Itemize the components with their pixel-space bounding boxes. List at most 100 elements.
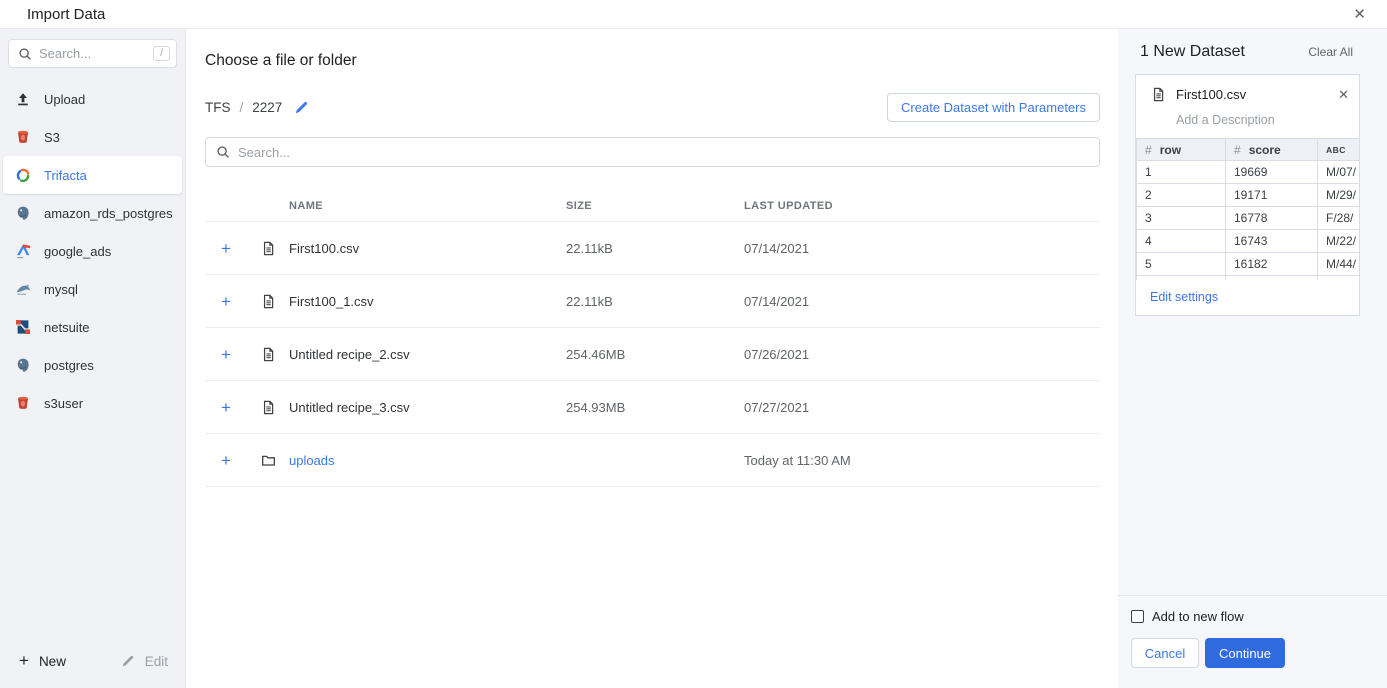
file-updated: 07/14/2021 — [744, 294, 1100, 309]
files-table-header: NAME SIZE LAST UPDATED — [205, 179, 1100, 222]
file-updated: 07/27/2021 — [744, 400, 1100, 415]
table-row[interactable]: + First100_1.csv 22.11kB 07/14/2021 — [205, 275, 1100, 328]
new-connection-button[interactable]: + New — [19, 651, 66, 671]
add-dataset-icon[interactable]: + — [221, 452, 259, 469]
add-dataset-icon[interactable]: + — [221, 240, 259, 257]
add-to-new-flow-option[interactable]: Add to new flow — [1131, 609, 1371, 624]
sidebar-item-label: mysql — [44, 282, 78, 297]
files-table: NAME SIZE LAST UPDATED + First100.csv 22… — [205, 179, 1100, 487]
cancel-button[interactable]: Cancel — [1131, 638, 1199, 668]
close-icon[interactable]: ✕ — [1353, 7, 1366, 22]
file-name: First100.csv — [289, 241, 566, 256]
add-dataset-icon[interactable]: + — [221, 293, 259, 310]
upload-icon — [14, 90, 32, 108]
preview-row: 416743M/22/ — [1137, 230, 1360, 253]
preview-row: 119669M/07/ — [1137, 161, 1360, 184]
clear-all-button[interactable]: Clear All — [1308, 45, 1353, 59]
netsuite-icon — [14, 318, 32, 336]
table-row[interactable]: + First100.csv 22.11kB 07/14/2021 — [205, 222, 1100, 275]
new-connection-label: New — [39, 654, 66, 669]
sidebar-item-google-ads[interactable]: google_ads — [3, 232, 182, 270]
mysql-icon — [14, 280, 32, 298]
search-shortcut-badge: / — [153, 46, 170, 61]
sidebar-item-label: s3user — [44, 396, 83, 411]
add-description-field[interactable]: Add a Description — [1176, 113, 1359, 127]
sidebar-item-label: Trifacta — [44, 168, 87, 183]
sidebar-search[interactable]: / — [8, 39, 177, 68]
numeric-type-icon: # — [1145, 143, 1152, 157]
edit-settings-link[interactable]: Edit settings — [1136, 280, 1359, 315]
preview-column-header: #row — [1137, 139, 1226, 161]
sidebar-item-label: Upload — [44, 92, 85, 107]
folder-link[interactable]: uploads — [289, 453, 566, 468]
file-size: 254.93MB — [566, 400, 744, 415]
dataset-card: First100.csv ✕ Add a Description #row #s… — [1135, 74, 1360, 316]
add-to-new-flow-checkbox[interactable] — [1131, 610, 1144, 623]
pencil-icon — [121, 654, 135, 668]
file-icon — [1150, 86, 1166, 102]
sidebar-item-amazon-rds-postgres[interactable]: amazon_rds_postgres — [3, 194, 182, 232]
table-row[interactable]: + Untitled recipe_3.csv 254.93MB 07/27/2… — [205, 381, 1100, 434]
sidebar-item-postgres[interactable]: postgres — [3, 346, 182, 384]
sidebar-item-label: google_ads — [44, 244, 111, 259]
trifacta-icon — [14, 166, 32, 184]
file-browser-main: Choose a file or folder TFS / 2227 Creat… — [186, 29, 1118, 688]
file-updated: Today at 11:30 AM — [744, 453, 1100, 468]
edit-connection-label: Edit — [145, 654, 168, 669]
preview-row: 219171M/29/ — [1137, 184, 1360, 207]
file-size: 22.11kB — [566, 294, 744, 309]
dataset-preview-table: #row #score ABC 119669M/07/ 219171M/29/ — [1136, 138, 1359, 280]
file-icon — [259, 292, 277, 310]
dialog-titlebar: Import Data ✕ — [0, 0, 1387, 29]
remove-dataset-icon[interactable]: ✕ — [1338, 88, 1349, 101]
column-header-size: SIZE — [566, 200, 744, 212]
sidebar-item-mysql[interactable]: mysql — [3, 270, 182, 308]
file-search-input[interactable] — [238, 145, 1089, 160]
preview-column-header: #score — [1226, 139, 1318, 161]
sidebar-item-label: S3 — [44, 130, 60, 145]
file-size: 22.11kB — [566, 241, 744, 256]
s3-icon — [14, 394, 32, 412]
file-name: First100_1.csv — [289, 294, 566, 309]
table-row[interactable]: + Untitled recipe_2.csv 254.46MB 07/26/2… — [205, 328, 1100, 381]
table-row[interactable]: + uploads Today at 11:30 AM — [205, 434, 1100, 487]
sidebar-item-label: amazon_rds_postgres — [44, 206, 173, 221]
sidebar-search-input[interactable] — [39, 46, 146, 61]
breadcrumb-root[interactable]: TFS — [205, 100, 231, 115]
continue-button[interactable]: Continue — [1205, 638, 1285, 668]
dataset-filename: First100.csv — [1176, 87, 1246, 102]
sidebar-item-netsuite[interactable]: netsuite — [3, 308, 182, 346]
create-dataset-with-parameters-button[interactable]: Create Dataset with Parameters — [887, 93, 1100, 122]
preview-row: 316778F/28/ — [1137, 207, 1360, 230]
add-dataset-icon[interactable]: + — [221, 399, 259, 416]
page-title: Choose a file or folder — [205, 52, 1100, 70]
column-header-name: NAME — [289, 200, 566, 212]
preview-row: 516182M/44/ — [1137, 253, 1360, 276]
breadcrumb-current: 2227 — [252, 100, 282, 115]
file-search[interactable] — [205, 137, 1100, 167]
google-ads-icon — [14, 242, 32, 260]
dialog-title: Import Data — [27, 6, 105, 23]
search-icon — [18, 47, 32, 61]
sidebar-item-s3[interactable]: S3 — [3, 118, 182, 156]
search-icon — [216, 145, 230, 159]
plus-icon: + — [19, 651, 29, 671]
s3-icon — [14, 128, 32, 146]
sidebar-item-s3user[interactable]: s3user — [3, 384, 182, 422]
add-dataset-icon[interactable]: + — [221, 346, 259, 363]
postgres-icon — [14, 204, 32, 222]
numeric-type-icon: # — [1234, 143, 1241, 157]
file-updated: 07/14/2021 — [744, 241, 1100, 256]
column-header-last-updated: LAST UPDATED — [744, 200, 1100, 212]
sidebar-item-trifacta[interactable]: Trifacta — [3, 156, 182, 194]
edit-connection-button[interactable]: Edit — [121, 654, 168, 669]
file-icon — [259, 398, 277, 416]
file-icon — [259, 239, 277, 257]
sidebar-item-upload[interactable]: Upload — [3, 80, 182, 118]
add-to-new-flow-label: Add to new flow — [1152, 609, 1244, 624]
file-size: 254.46MB — [566, 347, 744, 362]
sidebar-footer: + New Edit — [0, 638, 185, 688]
panel-title: 1 New Dataset — [1140, 43, 1245, 61]
panel-footer: Add to new flow Cancel Continue — [1118, 595, 1387, 688]
edit-path-icon[interactable] — [294, 100, 309, 115]
